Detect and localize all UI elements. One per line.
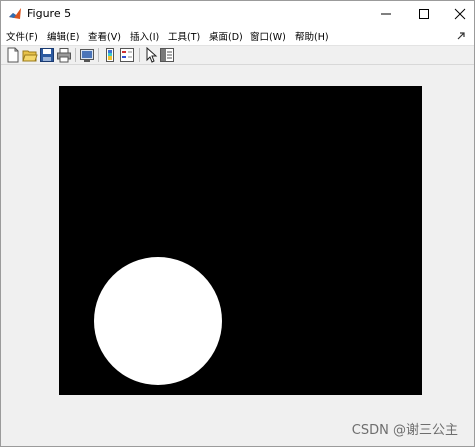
watermark-text: CSDN @谢三公主 bbox=[351, 423, 458, 438]
matlab-logo-icon bbox=[9, 8, 21, 19]
close-button[interactable] bbox=[437, 1, 475, 27]
menu-edit[interactable]: 编辑(E) bbox=[47, 29, 79, 43]
link-plot-icon[interactable] bbox=[79, 47, 95, 63]
insert-legend-icon[interactable] bbox=[119, 47, 135, 63]
menu-desktop[interactable]: 桌面(D) bbox=[209, 29, 243, 43]
minimize-icon bbox=[381, 13, 391, 15]
new-figure-icon[interactable] bbox=[5, 47, 21, 63]
save-icon[interactable] bbox=[39, 47, 55, 63]
toolbar-separator bbox=[98, 48, 99, 62]
menu-file[interactable]: 文件(F) bbox=[6, 29, 38, 43]
pointer-icon[interactable] bbox=[143, 47, 159, 63]
menu-view[interactable]: 查看(V) bbox=[88, 29, 121, 43]
toolbar-separator bbox=[75, 48, 76, 62]
menu-help[interactable]: 帮助(H) bbox=[295, 29, 329, 43]
window-title: Figure 5 bbox=[27, 7, 72, 20]
figure-toolbar bbox=[1, 46, 474, 65]
toolbar-separator bbox=[139, 48, 140, 62]
property-inspector-icon[interactable] bbox=[159, 47, 175, 63]
open-file-icon[interactable] bbox=[22, 47, 38, 63]
figure-canvas: CSDN @谢三公主 bbox=[1, 65, 474, 446]
image-axes[interactable] bbox=[59, 86, 422, 395]
maximize-icon bbox=[419, 9, 429, 19]
dock-arrow-icon[interactable] bbox=[456, 31, 466, 41]
insert-colorbar-icon[interactable] bbox=[102, 47, 118, 63]
figure-window: Figure 5 文件(F) 编辑(E) 查看(V) 插入(I) 工具(T) 桌… bbox=[0, 0, 475, 447]
menu-tools[interactable]: 工具(T) bbox=[168, 29, 200, 43]
menu-window[interactable]: 窗口(W) bbox=[250, 29, 286, 43]
print-icon[interactable] bbox=[56, 47, 72, 63]
title-bar: Figure 5 bbox=[1, 1, 474, 27]
menu-bar: 文件(F) 编辑(E) 查看(V) 插入(I) 工具(T) 桌面(D) 窗口(W… bbox=[1, 27, 474, 46]
white-circle bbox=[94, 257, 222, 385]
close-icon bbox=[454, 8, 466, 20]
menu-insert[interactable]: 插入(I) bbox=[130, 29, 159, 43]
